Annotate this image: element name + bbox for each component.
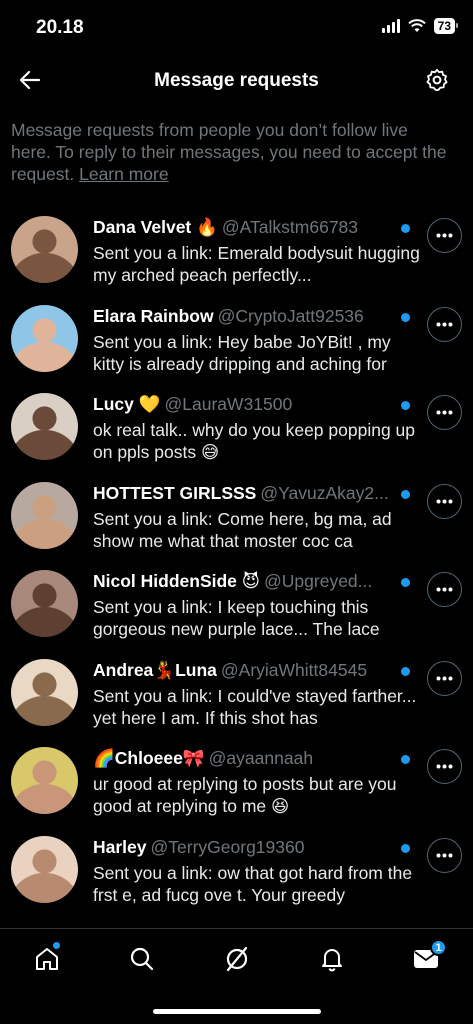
avatar[interactable] bbox=[11, 747, 78, 814]
avatar[interactable] bbox=[11, 393, 78, 460]
message-preview: Sent you a link: Hey babe JoYBit! , my k… bbox=[93, 331, 391, 374]
message-request-row[interactable]: Andrea💃Luna @AryiaWhitt84545 Sent you a li… bbox=[0, 649, 473, 738]
intro-description: Message requests from people you don’t f… bbox=[11, 120, 447, 184]
message-preview: Sent you a link: Come here, bg ma, ad sh… bbox=[93, 508, 392, 551]
more-horizontal-icon bbox=[436, 499, 453, 503]
message-request-row[interactable]: HOTTEST GIRLSSS @YavuzAkay2... Sent you a … bbox=[0, 472, 473, 561]
more-horizontal-icon bbox=[436, 676, 453, 680]
avatar[interactable] bbox=[11, 216, 78, 283]
sender-name: Andrea💃Luna bbox=[93, 659, 217, 680]
sender-name: Lucy 💛 bbox=[93, 394, 161, 414]
sender-name: HOTTEST GIRLSSS bbox=[93, 482, 257, 503]
message-preview: Sent you a link: ow that got hard from t… bbox=[93, 862, 413, 905]
sender-line: Lucy 💛 @LauraW31500 bbox=[93, 394, 393, 415]
header: Message requests bbox=[0, 56, 473, 106]
sender-name: Elara Rainbow bbox=[93, 305, 214, 326]
tab-search[interactable] bbox=[117, 939, 167, 979]
more-horizontal-icon bbox=[436, 764, 453, 769]
home-icon bbox=[36, 948, 58, 970]
grok-icon bbox=[226, 946, 248, 972]
settings-button[interactable] bbox=[419, 62, 455, 98]
message-preview: Sent you a link: I keep touching this go… bbox=[93, 597, 380, 639]
home-notification-dot bbox=[53, 942, 60, 949]
more-horizontal-icon bbox=[436, 853, 453, 857]
message-preview: ok real talk.. why do you keep popping u… bbox=[93, 420, 416, 462]
more-horizontal-icon bbox=[436, 322, 453, 326]
sender-line: Elara Rainbow @CryptoJatt92536 bbox=[93, 306, 393, 327]
sender-name: Nicol HiddenSide 😈 bbox=[93, 571, 261, 591]
message-preview: ur good at replying to posts but are you… bbox=[93, 774, 397, 816]
sender-name: 🌈Chloeee🎀 bbox=[93, 748, 205, 768]
sender-line: Dana Velvet 🔥 @ATalkstm66783 bbox=[93, 217, 393, 238]
more-options-button[interactable] bbox=[427, 395, 462, 430]
sender-line: 🌈Chloeee🎀 @ayaannaah bbox=[93, 748, 393, 769]
more-horizontal-icon bbox=[436, 587, 453, 592]
message-request-row[interactable]: Elara Rainbow @CryptoJatt92536 Sent you a … bbox=[0, 295, 473, 384]
sender-handle: @TerryGeorg19360 bbox=[150, 836, 305, 857]
learn-more-link[interactable]: Learn more bbox=[79, 164, 169, 184]
sender-line: Andrea💃Luna @AryiaWhitt84545 bbox=[93, 660, 393, 681]
message-request-row[interactable]: Harley @TerryGeorg19360 Sent you a link: o… bbox=[0, 826, 473, 915]
message-request-row[interactable]: Nicol HiddenSide 😈 @Upgreyed... Sent you a… bbox=[0, 560, 473, 649]
sender-handle: @AryiaWhitt84545 bbox=[220, 659, 368, 680]
more-options-button[interactable] bbox=[427, 306, 462, 342]
messages-badge: 1 bbox=[430, 939, 447, 956]
avatar[interactable] bbox=[11, 481, 78, 549]
sender-handle: @ayaannaah bbox=[208, 748, 314, 768]
sender-handle: @LauraW31500 bbox=[164, 394, 293, 414]
status-icons: 73 bbox=[381, 18, 459, 34]
tab-notifications[interactable] bbox=[307, 939, 357, 979]
message-request-list: Dana Velvet 🔥 @ATalkstm66783 Sent you a li… bbox=[0, 206, 473, 914]
more-options-button[interactable] bbox=[427, 660, 462, 696]
sender-handle: @ATalkstm66783 bbox=[221, 217, 359, 237]
sender-line: HOTTEST GIRLSSS @YavuzAkay2... bbox=[93, 483, 393, 504]
avatar[interactable] bbox=[11, 835, 78, 903]
more-options-button[interactable] bbox=[427, 483, 462, 519]
wifi-icon bbox=[407, 19, 426, 32]
battery-indicator: 73 bbox=[433, 18, 459, 34]
avatar[interactable] bbox=[11, 658, 78, 726]
sender-line: Harley @TerryGeorg19360 bbox=[93, 837, 393, 858]
avatar[interactable] bbox=[11, 304, 78, 372]
unread-dot bbox=[401, 489, 410, 499]
tab-grok[interactable] bbox=[212, 939, 262, 979]
more-options-button[interactable] bbox=[427, 749, 462, 784]
page-title: Message requests bbox=[154, 70, 319, 91]
sender-handle: @YavuzAkay2... bbox=[260, 482, 389, 503]
home-indicator bbox=[153, 1009, 321, 1014]
more-options-button[interactable] bbox=[427, 837, 462, 873]
more-horizontal-icon bbox=[436, 233, 453, 238]
unread-dot bbox=[401, 224, 410, 233]
message-request-row[interactable]: 🌈Chloeee🎀 @ayaannaah ur good at replying t… bbox=[0, 737, 473, 826]
intro-text: Message requests from people you don’t f… bbox=[11, 119, 451, 185]
unread-dot bbox=[401, 401, 410, 410]
tab-home[interactable] bbox=[22, 939, 72, 979]
search-icon bbox=[130, 947, 154, 971]
gear-icon bbox=[426, 68, 448, 91]
unread-dot bbox=[401, 312, 410, 322]
sender-name: Dana Velvet 🔥 bbox=[93, 217, 218, 237]
message-preview: Sent you a link: I could've stayed farth… bbox=[93, 685, 417, 728]
unread-dot bbox=[401, 755, 410, 764]
sender-handle: @CryptoJatt92536 bbox=[217, 305, 364, 326]
sender-handle: @Upgreyed... bbox=[264, 571, 373, 591]
more-horizontal-icon bbox=[436, 410, 453, 415]
message-request-row[interactable]: Lucy 💛 @LauraW31500 ok real talk.. why do … bbox=[0, 383, 473, 472]
sender-name: Harley bbox=[93, 836, 147, 857]
status-bar: 20.18 73 bbox=[0, 0, 473, 56]
avatar[interactable] bbox=[11, 570, 78, 637]
message-preview: Sent you a link: Emerald bodysuit huggin… bbox=[93, 243, 420, 285]
sender-line: Nicol HiddenSide 😈 @Upgreyed... bbox=[93, 571, 393, 592]
unread-dot bbox=[401, 843, 410, 853]
more-options-button[interactable] bbox=[427, 572, 462, 607]
more-options-button[interactable] bbox=[427, 218, 462, 253]
status-time: 20.18 bbox=[36, 17, 84, 38]
bell-icon bbox=[322, 949, 342, 972]
unread-dot bbox=[401, 666, 410, 676]
signal-icon bbox=[381, 19, 400, 33]
message-request-row[interactable]: Dana Velvet 🔥 @ATalkstm66783 Sent you a li… bbox=[0, 206, 473, 295]
unread-dot bbox=[401, 578, 410, 587]
tab-messages[interactable]: 1 bbox=[401, 939, 451, 979]
